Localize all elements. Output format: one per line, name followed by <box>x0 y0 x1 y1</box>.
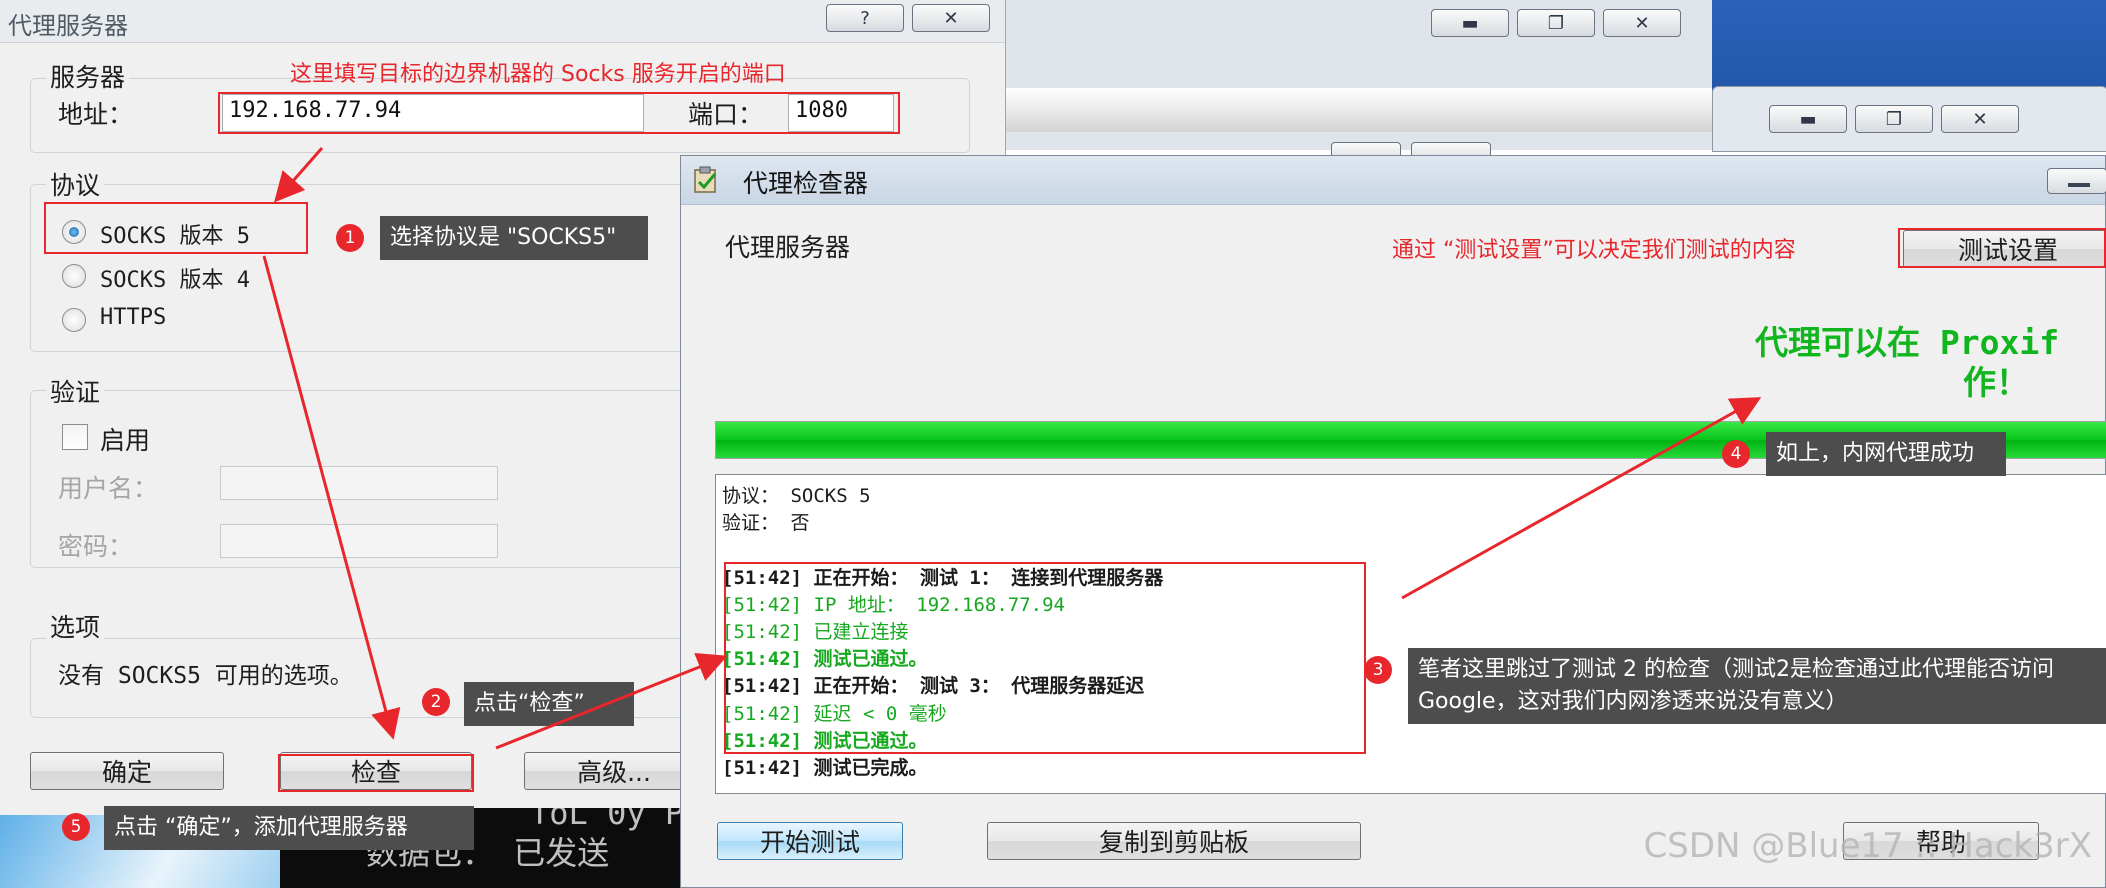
arrow-to-check-button <box>262 255 401 740</box>
arrow-to-log <box>495 652 728 750</box>
annotation-arrows <box>262 147 1762 750</box>
arrow-to-socks5 <box>274 147 324 203</box>
arrow-to-result <box>1401 397 1762 600</box>
watermark: CSDN @Blue17 :: Hack3rX <box>1643 826 2092 866</box>
